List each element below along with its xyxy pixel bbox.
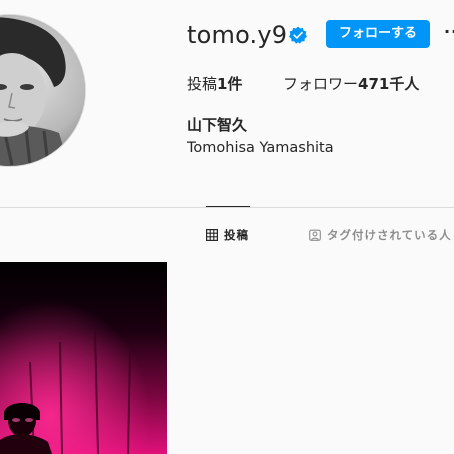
tab-posts[interactable]: 投稿 <box>206 226 249 244</box>
posts-stat: 投稿1件 <box>187 74 242 94</box>
post-image <box>0 262 167 454</box>
profile-page: tomo.y9 フォローする ··· 投稿1件 フォロワー471千人 山下智久 … <box>0 0 454 454</box>
posts-count: 1件 <box>217 75 243 93</box>
more-options-button[interactable]: ··· <box>444 22 454 42</box>
tagged-icon <box>309 229 321 241</box>
grid-icon <box>206 229 218 241</box>
posts-label: 投稿 <box>187 75 218 93</box>
followers-count: 471千人 <box>358 75 420 93</box>
follow-button[interactable]: フォローする <box>326 20 430 48</box>
avatar-photo <box>0 15 85 166</box>
active-tab-indicator <box>206 206 250 207</box>
tab-tagged-label: タグ付けされている人 <box>327 228 452 242</box>
profile-avatar[interactable] <box>0 14 86 167</box>
full-name: 山下智久 <box>187 116 248 134</box>
tab-tagged[interactable]: タグ付けされている人 <box>309 226 452 244</box>
tabs-divider <box>0 207 454 208</box>
verified-badge-icon <box>289 26 307 44</box>
post-thumbnail[interactable] <box>0 262 167 454</box>
tab-posts-label: 投稿 <box>224 228 249 242</box>
followers-label: フォロワー <box>283 75 359 93</box>
bio-name: Tomohisa Yamashita <box>187 140 334 156</box>
username: tomo.y9 <box>187 21 288 49</box>
followers-stat[interactable]: フォロワー471千人 <box>283 74 419 94</box>
